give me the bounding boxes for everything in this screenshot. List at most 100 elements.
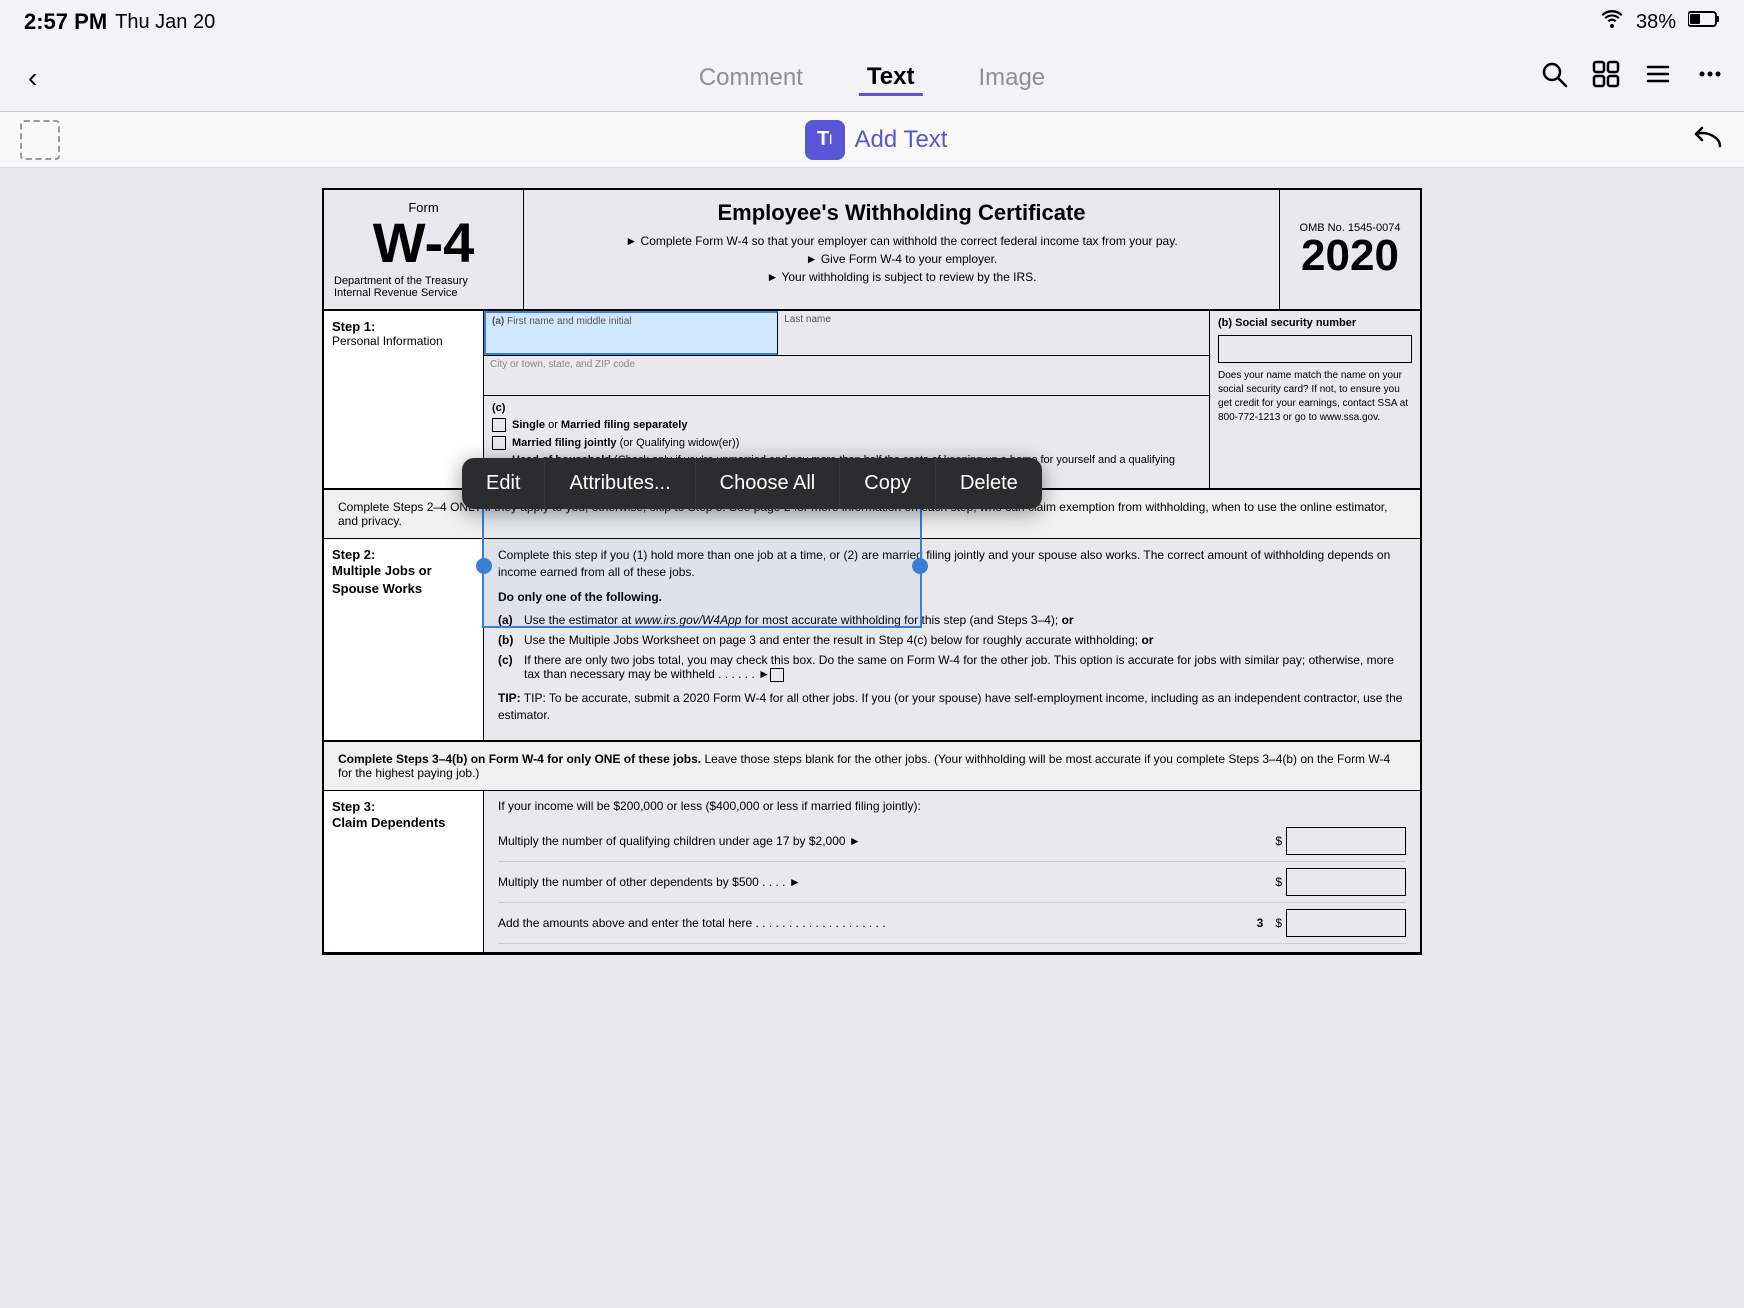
step2-title: Multiple Jobs or Spouse Works: [332, 562, 475, 598]
step3-row2-amount: $: [1275, 868, 1406, 896]
context-menu-attributes[interactable]: Attributes...: [545, 458, 695, 509]
status-time: 2:57 PM: [24, 9, 107, 35]
back-button[interactable]: ‹: [20, 58, 45, 98]
more-button[interactable]: [1696, 60, 1724, 95]
toolbar-center: Comment Text Image: [691, 59, 1053, 96]
wifi-icon: [1600, 10, 1624, 34]
form-year-area: OMB No. 1545-0074 2020: [1280, 190, 1420, 309]
form-title-area: Employee's Withholding Certificate ► Com…: [524, 190, 1280, 309]
amount-box-2[interactable]: [1286, 868, 1406, 896]
selection-box: [482, 503, 922, 628]
ssn-note: Does your name match the name on your so…: [1218, 369, 1412, 425]
amount-box-3[interactable]: [1286, 909, 1406, 937]
first-name-field[interactable]: (a) First name and middle initial: [484, 311, 778, 355]
last-name-field[interactable]: Last name: [778, 311, 1209, 355]
field-a-letter: (a): [492, 316, 504, 327]
step3-row3: Add the amounts above and enter the tota…: [498, 903, 1406, 944]
step2-item-c: (c) If there are only two jobs total, yo…: [498, 653, 1406, 682]
tab-text[interactable]: Text: [859, 59, 923, 96]
step2-label-col: Step 2: Multiple Jobs or Spouse Works: [324, 539, 484, 740]
ssn-col: (b) Social security number Does your nam…: [1210, 311, 1420, 488]
context-menu-copy[interactable]: Copy: [840, 458, 936, 509]
select-all-icon[interactable]: [20, 120, 60, 160]
step3-row2-desc: Multiply the number of other dependents …: [498, 875, 1275, 889]
checkbox-married[interactable]: Married filing jointly (or Qualifying wi…: [492, 436, 1201, 450]
step3-row3-desc: Add the amounts above and enter the tota…: [498, 916, 1257, 930]
grid-button[interactable]: [1592, 60, 1620, 95]
status-icons: 38%: [1600, 10, 1720, 34]
c-label: (c): [492, 402, 1201, 414]
add-text-center: T | Add Text: [805, 120, 948, 160]
cb-married-label: Married filing jointly (or Qualifying wi…: [512, 437, 739, 449]
toolbar-left: ‹: [20, 58, 45, 98]
last-name-label: Last name: [784, 314, 1203, 325]
tab-image[interactable]: Image: [970, 60, 1053, 96]
form-subtitle1: ► Complete Form W-4 so that your employe…: [544, 232, 1259, 250]
add-text-icon: T |: [805, 120, 845, 160]
amount-box-1[interactable]: [1286, 827, 1406, 855]
step1-number: Step 1:: [332, 319, 475, 334]
form-number: W-4: [334, 215, 513, 271]
cb-single-label: Single or Married filing separately: [512, 419, 687, 431]
dollar-sign-3: $: [1275, 916, 1282, 930]
step3-income-note: If your income will be $200,000 or less …: [498, 799, 1406, 813]
context-menu-choose-all[interactable]: Choose All: [696, 458, 841, 509]
addr-placeholder: City or town, state, and ZIP code: [490, 359, 1203, 370]
dollar-sign-1: $: [1275, 834, 1282, 848]
name-row: (a) First name and middle initial Last n…: [484, 311, 1209, 356]
tab-comment[interactable]: Comment: [691, 60, 811, 96]
dollar-sign-2: $: [1275, 875, 1282, 889]
ssn-header: (b) Social security number: [1218, 317, 1412, 329]
toolbar-right: [1540, 60, 1724, 95]
first-name-text: First name and middle initial: [507, 316, 632, 327]
dept-label: Department of the Treasury Internal Reve…: [334, 275, 513, 299]
selection-handle-left[interactable]: [476, 558, 492, 574]
toolbar: ‹ Comment Text Image: [0, 44, 1744, 112]
add-text-cursor: |: [829, 134, 832, 145]
step3-number: Step 3:: [332, 799, 475, 814]
step3-section: Step 3: Claim Dependents If your income …: [324, 791, 1420, 953]
step3-row1-amount: $: [1275, 827, 1406, 855]
first-name-label: (a) First name and middle initial: [492, 316, 771, 327]
context-menu-delete[interactable]: Delete: [936, 458, 1042, 509]
step2-item-b: (b) Use the Multiple Jobs Worksheet on p…: [498, 633, 1406, 647]
form-year: 2020: [1301, 234, 1399, 278]
step3-row1-desc: Multiply the number of qualifying childr…: [498, 834, 1275, 848]
search-button[interactable]: [1540, 60, 1568, 95]
status-bar: 2:57 PM Thu Jan 20 38%: [0, 0, 1744, 44]
form-subtitle2: ► Give Form W-4 to your employer.: [544, 250, 1259, 268]
step1-sublabel: Personal Information: [332, 334, 475, 348]
selection-handle-right[interactable]: [912, 558, 928, 574]
step3-row1: Multiply the number of qualifying childr…: [498, 821, 1406, 862]
step2-tip: TIP: TIP: To be accurate, submit a 2020 …: [498, 690, 1406, 724]
checkbox-single[interactable]: Single or Married filing separately: [492, 418, 1201, 432]
battery-icon: [1688, 10, 1720, 34]
step3-content: If your income will be $200,000 or less …: [484, 791, 1420, 952]
complete-steps-note: Complete Steps 3–4(b) on Form W-4 for on…: [338, 752, 1390, 780]
ssn-input[interactable]: [1218, 335, 1412, 363]
step3-row3-amount: 3 $: [1257, 909, 1406, 937]
list-button[interactable]: [1644, 60, 1672, 95]
complete-note-band: Complete Steps 3–4(b) on Form W-4 for on…: [324, 741, 1420, 791]
step3-row3-number: 3: [1257, 916, 1264, 930]
form-subtitle3: ► Your withholding is subject to review …: [544, 268, 1259, 286]
cb-single-box[interactable]: [492, 418, 506, 432]
add-text-bar: T | Add Text: [0, 112, 1744, 168]
address-field[interactable]: City or town, state, and ZIP code: [484, 356, 1209, 396]
form-logo: Form W-4 Department of the Treasury Inte…: [324, 190, 524, 309]
status-date: Thu Jan 20: [115, 11, 215, 34]
cb-married-box[interactable]: [492, 436, 506, 450]
step3-label-col: Step 3: Claim Dependents: [324, 791, 484, 952]
form-title: Employee's Withholding Certificate: [544, 200, 1259, 226]
step3-title: Claim Dependents: [332, 814, 475, 832]
step1-label-col: Step 1: Personal Information: [324, 311, 484, 488]
add-text-label[interactable]: Add Text: [855, 126, 948, 154]
undo-button[interactable]: [1692, 120, 1724, 159]
add-text-icon-letter: T: [817, 128, 829, 151]
step3-row2: Multiply the number of other dependents …: [498, 862, 1406, 903]
form-header: Form W-4 Department of the Treasury Inte…: [324, 190, 1420, 311]
document-area: Form W-4 Department of the Treasury Inte…: [0, 168, 1744, 975]
step2-number: Step 2:: [332, 547, 475, 562]
context-menu: Edit Attributes... Choose All Copy Delet…: [462, 458, 1042, 509]
context-menu-edit[interactable]: Edit: [462, 458, 545, 509]
